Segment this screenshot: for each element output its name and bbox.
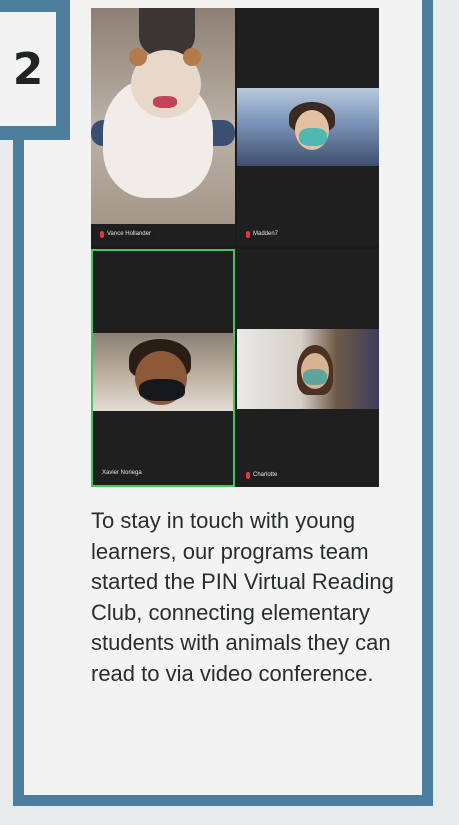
participant-name-tag: Madden7 xyxy=(243,228,283,240)
participant-name: Xavier Noriega xyxy=(102,470,142,476)
participant-name: Charlotte xyxy=(253,472,278,478)
video-feed xyxy=(237,88,379,166)
video-feed xyxy=(237,329,379,409)
video-tile: Vance Hollander xyxy=(91,8,235,246)
participant-name: Vance Hollander xyxy=(107,231,151,237)
bulldog-ear xyxy=(129,48,147,66)
muted-mic-icon xyxy=(246,230,250,238)
video-tile: Madden7 xyxy=(237,8,379,246)
video-tile: Charlotte xyxy=(237,249,379,487)
caption-text: To stay in touch with young learners, ou… xyxy=(91,508,394,686)
video-call-screenshot: Vance Hollander Madden7 Xavier Noriega C… xyxy=(91,8,379,487)
bulldog-ear xyxy=(183,48,201,66)
participant-name-tag: Xavier Noriega xyxy=(99,467,146,479)
page: 2 Vance Hollander Madden7 Xavier Noriega… xyxy=(0,0,459,825)
face-mask xyxy=(139,379,185,401)
participant-name-tag: Vance Hollander xyxy=(97,228,155,240)
step-badge: 2 xyxy=(0,0,70,140)
bulldog-tongue xyxy=(153,96,177,108)
step-number: 2 xyxy=(12,43,44,95)
video-tile-active-speaker: Xavier Noriega xyxy=(91,249,235,487)
face-mask xyxy=(299,128,327,146)
video-feed xyxy=(93,333,233,411)
step-badge-inner: 2 xyxy=(0,12,56,126)
video-feed xyxy=(91,8,235,224)
muted-mic-icon xyxy=(246,471,250,479)
participant-name: Madden7 xyxy=(253,231,279,237)
face-mask xyxy=(303,369,327,385)
muted-mic-icon xyxy=(100,230,104,238)
participant-name-tag: Charlotte xyxy=(243,469,282,481)
